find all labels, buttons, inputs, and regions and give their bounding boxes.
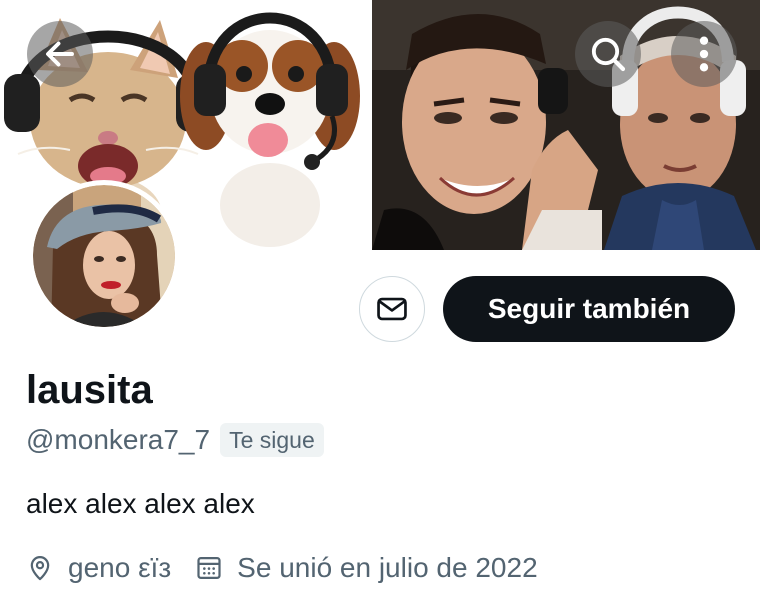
- follows-you-badge: Te sigue: [220, 423, 324, 457]
- back-button[interactable]: [27, 21, 93, 87]
- location-text: geno εïз: [68, 552, 172, 583]
- search-icon: [591, 37, 626, 72]
- message-button[interactable]: [359, 276, 425, 342]
- location-pin-icon: [30, 556, 50, 581]
- more-vertical-icon: [699, 36, 709, 72]
- more-options-button[interactable]: [671, 21, 737, 87]
- avatar[interactable]: [28, 180, 180, 332]
- arrow-left-icon: [46, 41, 74, 67]
- mail-icon: [377, 297, 407, 321]
- dog-illustration: [180, 12, 360, 247]
- handle-row: @monkera7_7 Te sigue: [26, 422, 324, 458]
- calendar-icon: [197, 556, 221, 580]
- profile-meta: geno εïз Se unió en julio de 2022: [26, 548, 562, 588]
- profile-handle: @monkera7_7: [26, 424, 211, 455]
- joined-item: Se unió en julio de 2022: [195, 550, 538, 586]
- profile-bio: alex alex alex alex: [26, 488, 255, 519]
- location-item: geno εïз: [26, 550, 171, 586]
- follow-back-button[interactable]: Seguir también: [443, 276, 735, 342]
- joined-date-text: Se unió en julio de 2022: [237, 552, 538, 583]
- profile-display-name: lausita: [26, 368, 153, 412]
- search-button[interactable]: [575, 21, 641, 87]
